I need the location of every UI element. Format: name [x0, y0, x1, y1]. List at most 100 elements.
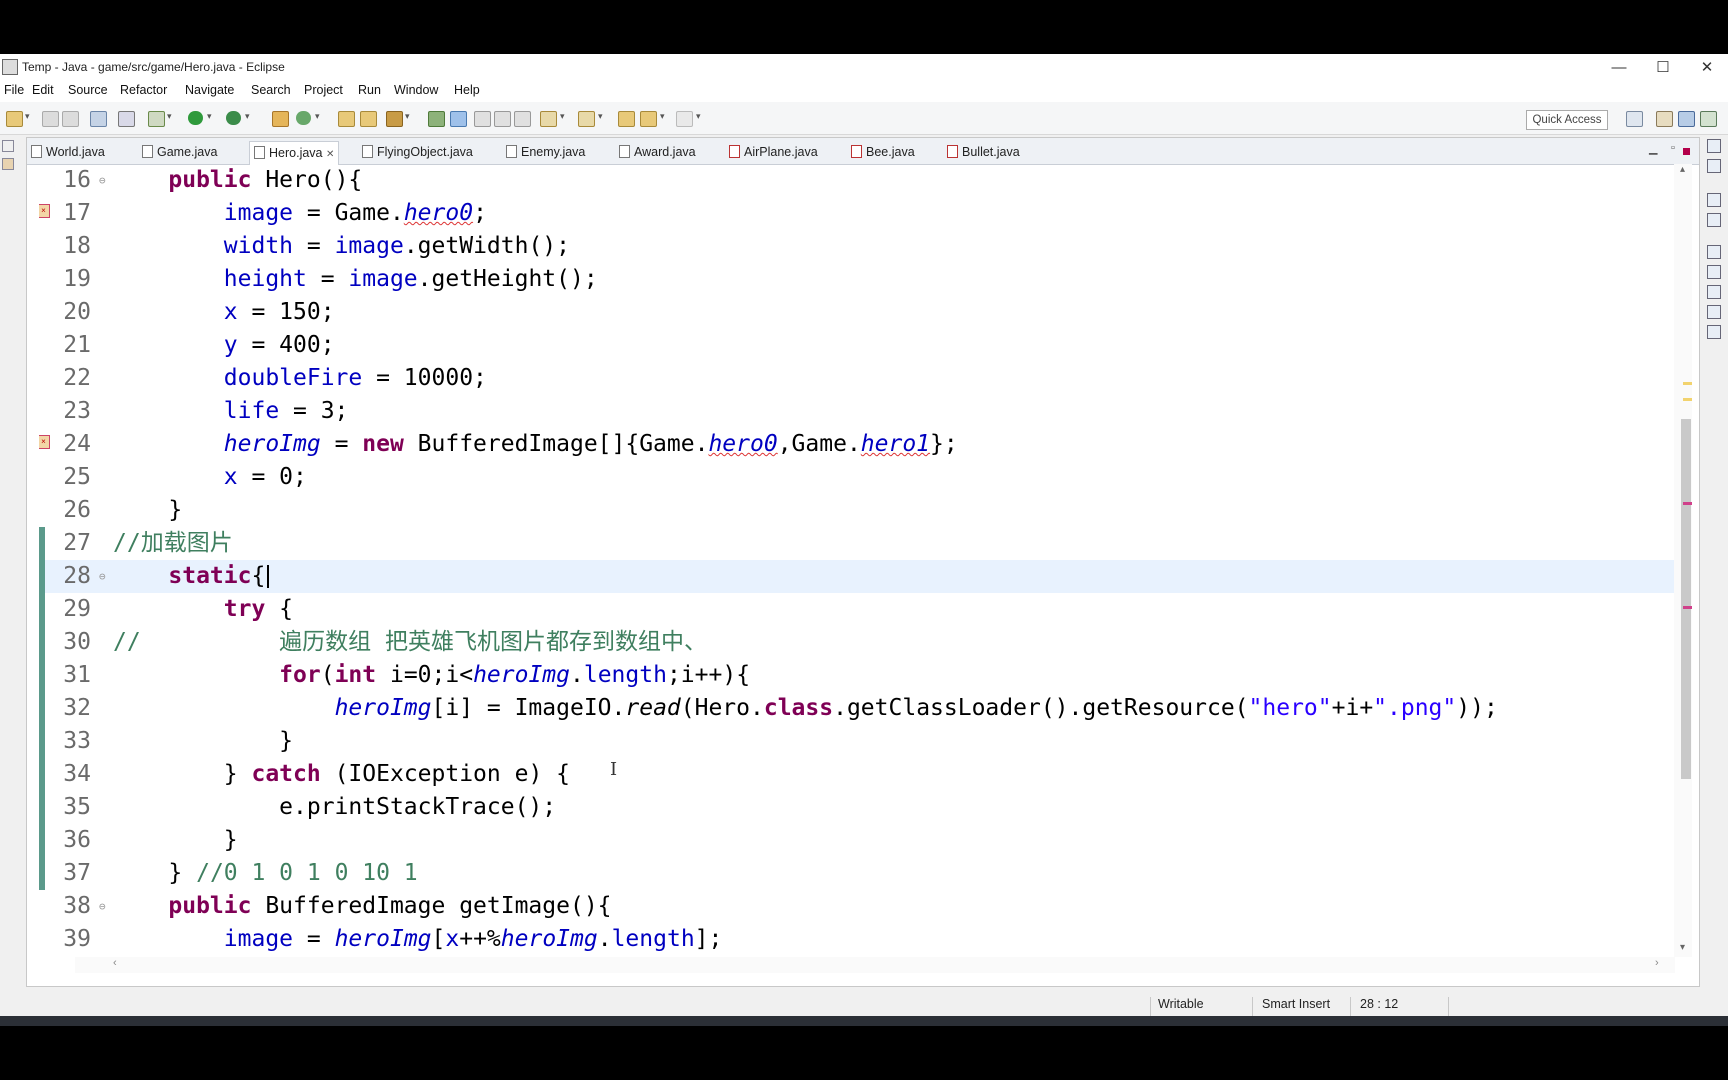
- scrollbar-thumb[interactable]: [1681, 419, 1691, 779]
- tab-flyingobject-java[interactable]: FlyingObject.java: [362, 141, 473, 163]
- terminal-icon[interactable]: [90, 111, 107, 127]
- code-text[interactable]: // 遍历数组 把英雄飞机图片都存到数组中、: [113, 626, 707, 659]
- code-line[interactable]: 21 y = 400;: [39, 329, 1674, 362]
- run-dropdown-icon[interactable]: ▾: [207, 111, 212, 122]
- next-annotation-icon[interactable]: [540, 111, 557, 127]
- code-line[interactable]: 23 life = 3;: [39, 395, 1674, 428]
- code-text[interactable]: height = image.getHeight();: [113, 263, 598, 296]
- code-line[interactable]: 39 image = heroImg[x++%heroImg.length];: [39, 923, 1674, 956]
- previous-annotation-dropdown-icon[interactable]: ▾: [598, 111, 603, 122]
- problems-icon[interactable]: [1707, 265, 1721, 279]
- vertical-scrollbar[interactable]: ▴ ▾: [1674, 164, 1692, 957]
- code-line[interactable]: 27 //加载图片: [39, 527, 1674, 560]
- code-line[interactable]: 32 heroImg[i] = ImageIO.read(Hero.class.…: [39, 692, 1674, 725]
- fold-toggle-icon[interactable]: ⊖: [99, 560, 106, 593]
- code-line[interactable]: 25 x = 0;: [39, 461, 1674, 494]
- code-text[interactable]: x = 0;: [113, 461, 307, 494]
- restore-view-icon[interactable]: [1707, 193, 1721, 207]
- code-line[interactable]: 20 x = 150;: [39, 296, 1674, 329]
- run-icon[interactable]: [188, 111, 203, 125]
- fold-toggle-icon[interactable]: ⊖: [99, 164, 106, 197]
- scroll-left-icon[interactable]: ‹: [113, 957, 117, 969]
- code-line[interactable]: × 17 image = Game.hero0;: [39, 197, 1674, 230]
- java-perspective-icon[interactable]: [1678, 111, 1695, 127]
- tab-hero-java[interactable]: Hero.java ✕: [249, 141, 340, 165]
- code-text[interactable]: life = 3;: [113, 395, 349, 428]
- java-ee-perspective-icon[interactable]: [1656, 111, 1673, 127]
- debug-dropdown-icon[interactable]: ▾: [167, 111, 172, 122]
- toggle-mark-occurrences-icon[interactable]: [428, 111, 445, 127]
- search-dropdown-icon[interactable]: ▾: [405, 111, 410, 122]
- code-text[interactable]: image = Game.hero0;: [113, 197, 487, 230]
- code-line[interactable]: 18 width = image.getWidth();: [39, 230, 1674, 263]
- maximize-editor-icon[interactable]: ▫: [1671, 142, 1675, 154]
- code-text[interactable]: }: [113, 824, 238, 857]
- code-line[interactable]: 34 } catch (IOException e) {: [39, 758, 1674, 791]
- code-text[interactable]: width = image.getWidth();: [113, 230, 570, 263]
- code-text[interactable]: try {: [113, 593, 293, 626]
- fold-toggle-icon[interactable]: ⊖: [99, 890, 106, 923]
- overview-warning-marker[interactable]: [1683, 398, 1692, 401]
- code-text[interactable]: static{: [113, 560, 265, 593]
- debug-icon[interactable]: [148, 111, 165, 127]
- tab-bee-java[interactable]: Bee.java: [851, 141, 915, 163]
- code-line[interactable]: 37 } //0 1 0 1 0 10 1: [39, 857, 1674, 890]
- menu-navigate[interactable]: Navigate: [185, 83, 234, 97]
- menu-project[interactable]: Project: [304, 83, 343, 97]
- console-icon[interactable]: [1707, 325, 1721, 339]
- package-explorer-icon[interactable]: [2, 158, 14, 170]
- current-code-line[interactable]: 28 ⊖ static{: [39, 560, 1674, 593]
- javadoc-icon[interactable]: [1707, 285, 1721, 299]
- code-text[interactable]: public BufferedImage getImage(){: [113, 890, 611, 923]
- save-icon[interactable]: [42, 111, 59, 127]
- code-text[interactable]: }: [113, 725, 293, 758]
- menu-run[interactable]: Run: [358, 83, 381, 97]
- new-icon[interactable]: [6, 111, 23, 127]
- scroll-right-icon[interactable]: ›: [1655, 957, 1659, 969]
- overview-warning-marker[interactable]: [1683, 382, 1692, 385]
- code-text[interactable]: x = 150;: [113, 296, 335, 329]
- overview-error-marker[interactable]: [1683, 606, 1692, 609]
- minimize-editor-icon[interactable]: ▁: [1649, 142, 1657, 155]
- code-line[interactable]: × 24 heroImg = new BufferedImage[]{Game.h…: [39, 428, 1674, 461]
- debug-perspective-icon[interactable]: [1700, 111, 1717, 127]
- declaration-icon[interactable]: [1707, 305, 1721, 319]
- new-class-dropdown-icon[interactable]: ▾: [315, 111, 320, 122]
- last-edit-location-icon[interactable]: [618, 111, 635, 127]
- menu-source[interactable]: Source: [68, 83, 108, 97]
- code-line[interactable]: 33 }: [39, 725, 1674, 758]
- code-line[interactable]: 29 try {: [39, 593, 1674, 626]
- menu-window[interactable]: Window: [394, 83, 438, 97]
- external-tools-dropdown-icon[interactable]: ▾: [245, 111, 250, 122]
- open-perspective-icon[interactable]: [1626, 111, 1643, 127]
- open-task-icon[interactable]: [360, 111, 377, 127]
- code-text[interactable]: }: [113, 494, 182, 527]
- menu-search[interactable]: Search: [251, 83, 291, 97]
- overview-error-marker[interactable]: [1683, 502, 1692, 505]
- scroll-up-icon[interactable]: ▴: [1680, 164, 1685, 175]
- save-all-icon[interactable]: [62, 111, 79, 127]
- code-line[interactable]: 36 }: [39, 824, 1674, 857]
- code-line[interactable]: 26 }: [39, 494, 1674, 527]
- code-line[interactable]: 35 e.printStackTrace();: [39, 791, 1674, 824]
- code-text[interactable]: for(int i=0;i<heroImg.length;i++){: [113, 659, 750, 692]
- pilcrow-icon[interactable]: [514, 111, 531, 127]
- restore-view-icon[interactable]: [1707, 139, 1721, 153]
- forward-dropdown-icon[interactable]: ▾: [696, 111, 701, 122]
- code-line[interactable]: 38 ⊖ public BufferedImage getImage(){: [39, 890, 1674, 923]
- next-annotation-dropdown-icon[interactable]: ▾: [560, 111, 565, 122]
- run-external-tools-icon[interactable]: [226, 111, 241, 125]
- menu-edit[interactable]: Edit: [32, 83, 54, 97]
- code-line[interactable]: 16 ⊖ public Hero(){: [39, 164, 1674, 197]
- close-tab-icon[interactable]: ✕: [326, 149, 334, 160]
- code-text[interactable]: heroImg[i] = ImageIO.read(Hero.class.get…: [113, 692, 1498, 725]
- tab-enemy-java[interactable]: Enemy.java: [506, 141, 585, 163]
- tab-bullet-java[interactable]: Bullet.java: [947, 141, 1020, 163]
- highlight-icon[interactable]: [450, 111, 467, 127]
- restore-view-icon[interactable]: [1707, 245, 1721, 259]
- menu-refactor[interactable]: Refactor: [120, 83, 167, 97]
- search-icon[interactable]: [386, 111, 403, 127]
- show-whitespace-icon[interactable]: [494, 111, 511, 127]
- code-text[interactable]: doubleFire = 10000;: [113, 362, 487, 395]
- code-text[interactable]: image = heroImg[x++%heroImg.length];: [113, 923, 723, 956]
